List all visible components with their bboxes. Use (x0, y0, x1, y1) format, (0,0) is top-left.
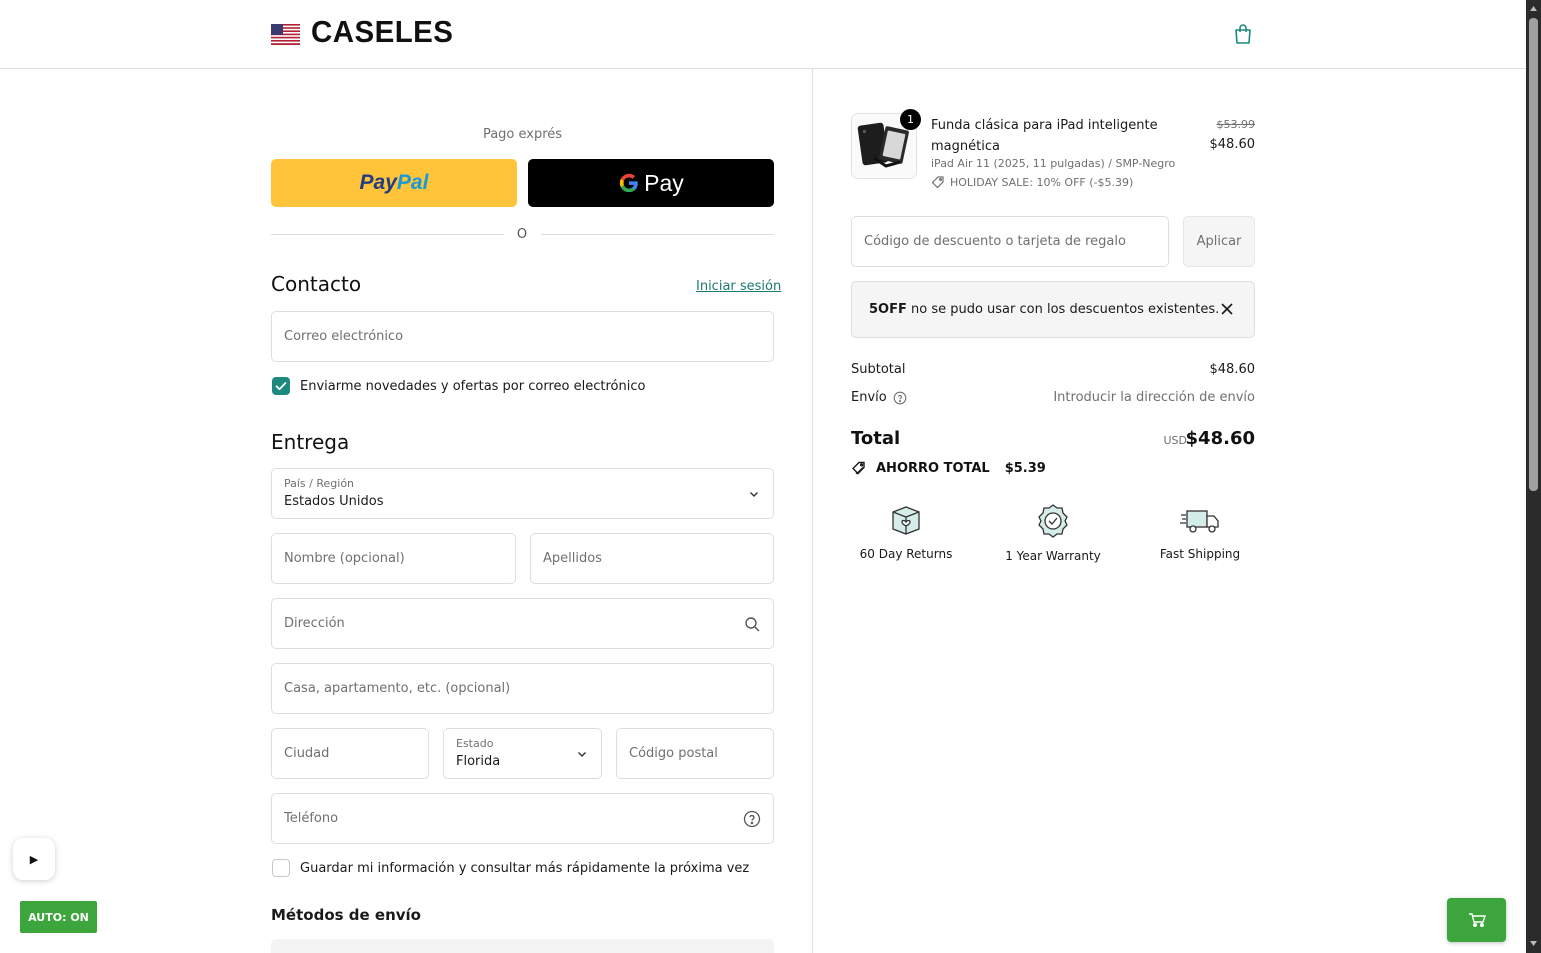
badge-returns-label: 60 Day Returns (859, 547, 953, 561)
or-text: O (516, 227, 528, 242)
badge-shipping: Fast Shipping (1135, 503, 1265, 561)
savings-value: $5.39 (1004, 460, 1046, 476)
last-name-field[interactable] (530, 533, 774, 584)
checkout-form: Pago exprés PayPal Pay O Contacto Inicia… (0, 69, 812, 953)
country-label: País / Región (284, 477, 355, 490)
site-header: CASELES (0, 0, 1526, 69)
state-label: Estado (456, 737, 494, 750)
brand-logo[interactable]: CASELES (311, 14, 453, 50)
close-icon[interactable] (1218, 300, 1236, 318)
paypal-wordmark-pal: Pal (396, 171, 429, 194)
paypal-button[interactable]: PayPal (271, 159, 517, 207)
product-price: $48.60 (1209, 137, 1256, 152)
paypal-wordmark-pay: Pay (359, 171, 397, 194)
total-value: $48.60 (1185, 428, 1255, 449)
shipping-methods-heading: Métodos de envío (271, 906, 421, 924)
warranty-shield-icon (1038, 504, 1068, 538)
zip-field[interactable] (616, 728, 774, 779)
badge-returns: 60 Day Returns (841, 503, 971, 561)
original-price: $53.99 (1216, 118, 1256, 131)
product-discount: HOLIDAY SALE: 10% OFF (-$5.39) (931, 175, 1133, 189)
discount-code-field[interactable] (851, 216, 1169, 267)
auto-toggle-button[interactable]: AUTO: ON (20, 901, 97, 933)
shipping-row-label: Envío (851, 390, 907, 405)
order-summary: 1 Funda clásica para iPad inteligente ma… (813, 69, 1526, 953)
newsletter-label: Enviarme novedades y ofertas por correo … (300, 379, 646, 394)
scrollbar-thumb[interactable] (1529, 18, 1538, 491)
save-info-checkbox[interactable] (272, 859, 290, 877)
newsletter-checkbox[interactable] (272, 377, 290, 395)
delivery-truck-icon (1180, 510, 1219, 533)
scroll-down-arrow-icon[interactable] (1529, 939, 1538, 948)
discount-error-alert: 5OFF no se pudo usar con los descuentos … (851, 281, 1255, 338)
address-input[interactable] (272, 599, 773, 648)
country-select[interactable]: País / Región Estados Unidos (271, 468, 774, 519)
alert-text: no se pudo usar con los descuentos exist… (906, 302, 1220, 317)
cart-fab-button[interactable] (1447, 898, 1506, 942)
badge-shipping-label: Fast Shipping (1159, 547, 1241, 561)
google-pay-button[interactable]: Pay (528, 159, 774, 207)
badge-warranty-label: 1 Year Warranty (1005, 549, 1101, 563)
city-field[interactable] (271, 728, 429, 779)
contact-heading: Contacto (271, 272, 362, 296)
city-input[interactable] (272, 729, 428, 778)
play-button[interactable]: ▶ (13, 838, 55, 880)
chevron-down-icon (578, 752, 586, 757)
country-value: Estados Unidos (284, 494, 384, 509)
discount-text: HOLIDAY SALE: 10% OFF (-$5.39) (950, 175, 1134, 189)
apartment-field[interactable] (271, 663, 774, 714)
cart-icon (1468, 913, 1486, 927)
save-info-label: Guardar mi información y consultar más r… (300, 861, 750, 876)
state-select[interactable]: Estado Florida (443, 728, 602, 779)
product-variant: iPad Air 11 (2025, 11 pulgadas) / SMP-Ne… (931, 157, 1176, 170)
google-g-icon (620, 173, 638, 193)
scroll-up-arrow-icon[interactable] (1529, 4, 1538, 13)
apartment-input[interactable] (272, 664, 773, 713)
total-label: Total (851, 428, 901, 449)
address-field[interactable] (271, 598, 774, 649)
shipping-value: Introducir la dirección de envío (1053, 390, 1255, 405)
state-value: Florida (456, 754, 501, 769)
zip-input[interactable] (617, 729, 773, 778)
tags-icon (852, 461, 865, 475)
phone-field[interactable] (271, 793, 774, 844)
search-icon (745, 617, 760, 632)
total-currency: USD (1163, 434, 1187, 447)
total-savings: AHORRO TOTAL $5.39 (851, 460, 1046, 476)
subtotal-value: $48.60 (1209, 362, 1256, 377)
help-circle-icon[interactable] (893, 391, 907, 405)
apply-discount-button[interactable]: Aplicar (1183, 216, 1255, 267)
phone-input[interactable] (272, 794, 773, 843)
express-checkout-label: Pago exprés (482, 127, 563, 142)
or-divider: O (271, 227, 774, 243)
product-name: Funda clásica para iPad inteligente magn… (931, 118, 1158, 154)
shipping-methods-box (271, 939, 774, 953)
google-pay-label: Pay (644, 169, 684, 196)
email-input[interactable] (272, 312, 773, 361)
first-name-field[interactable] (271, 533, 516, 584)
tag-icon (931, 176, 944, 189)
last-name-input[interactable] (531, 534, 773, 583)
discount-code-input[interactable] (852, 217, 1168, 266)
shipping-label: Envío (851, 390, 887, 405)
badge-warranty: 1 Year Warranty (988, 503, 1118, 563)
checkmark-icon (275, 382, 287, 391)
delivery-heading: Entrega (271, 430, 350, 454)
us-flag-icon (271, 24, 300, 45)
return-box-icon (892, 506, 920, 535)
chevron-down-icon (750, 492, 758, 497)
email-field[interactable] (271, 311, 774, 362)
subtotal-label: Subtotal (851, 362, 906, 377)
help-circle-icon[interactable] (743, 810, 761, 828)
login-link[interactable]: Iniciar sesión (696, 279, 781, 294)
quantity-badge: 1 (900, 109, 921, 130)
alert-code: 5OFF (869, 302, 907, 317)
alert-message: 5OFF no se pudo usar con los descuentos … (869, 302, 1219, 317)
shopping-bag-icon[interactable] (1231, 22, 1255, 46)
page-scrollbar[interactable] (1526, 0, 1541, 953)
savings-label: AHORRO TOTAL (876, 460, 990, 476)
first-name-input[interactable] (272, 534, 515, 583)
